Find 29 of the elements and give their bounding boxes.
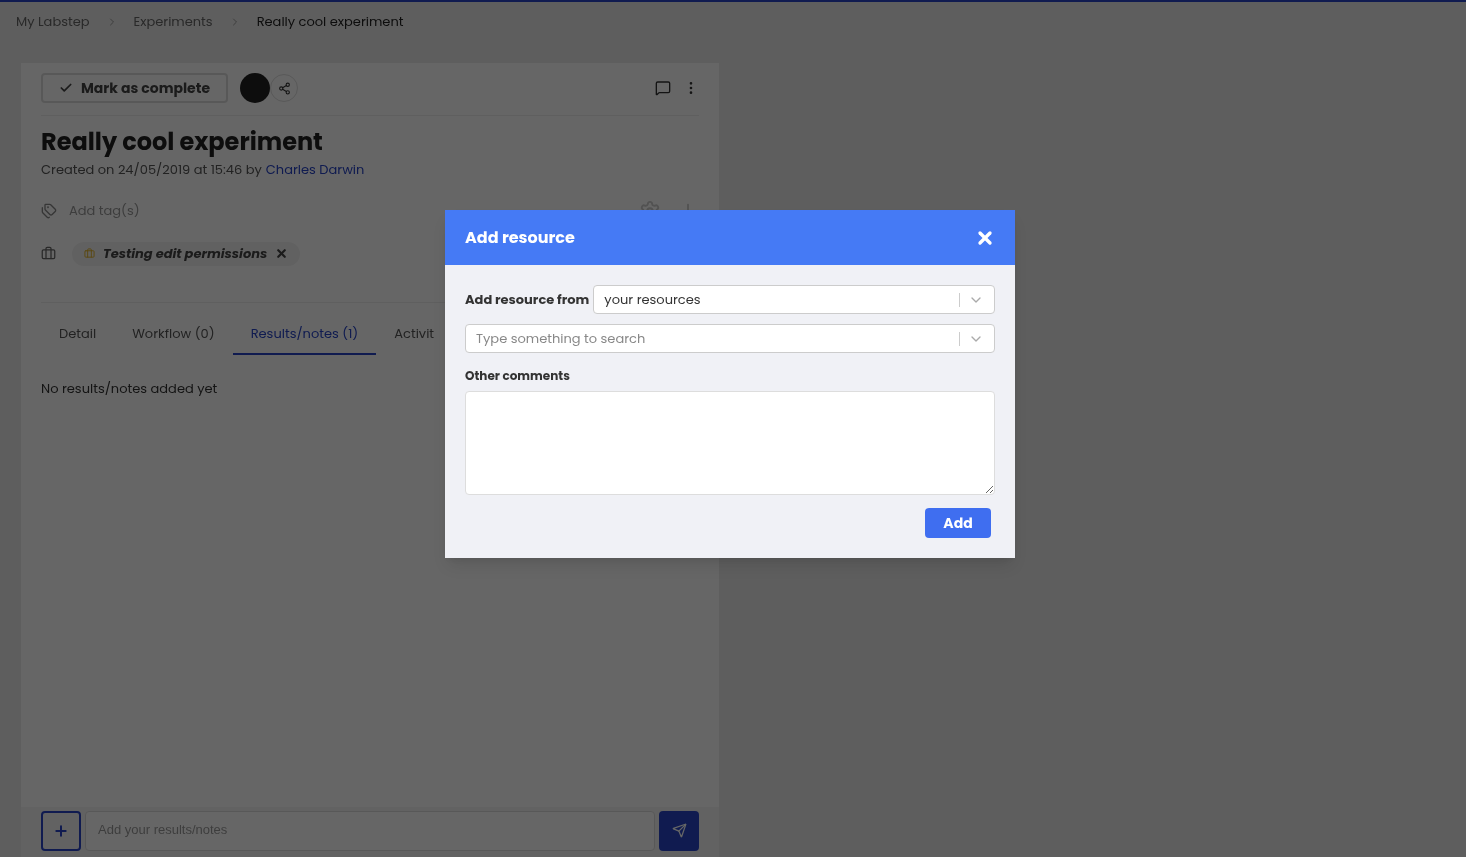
send-icon: [671, 823, 687, 838]
source-select[interactable]: your resources: [593, 285, 995, 314]
empty-message: No results/notes added yet: [41, 378, 219, 398]
experiment-title: Really cool experiment: [41, 124, 324, 160]
tab[interactable]: Detail: [41, 314, 115, 355]
remove-icon[interactable]: [275, 247, 289, 260]
comments-field[interactable]: [465, 391, 995, 495]
created-text: Created on 24/05/2019 at 15:46 by: [41, 160, 262, 180]
check-icon: [59, 81, 73, 95]
author-link[interactable]: Charles Darwin: [265, 160, 365, 180]
project-icon: [41, 246, 56, 261]
comments-label: Other comments: [465, 367, 571, 385]
tab[interactable]: Results/notes (1): [232, 314, 377, 355]
share-icon: [277, 81, 291, 95]
briefcase-icon: [84, 248, 95, 259]
plus-icon: [53, 822, 69, 839]
tab[interactable]: Workflow (0): [114, 314, 233, 355]
add-button[interactable]: [41, 810, 81, 851]
modal-title: Add resource: [465, 225, 576, 250]
add-button[interactable]: Add: [925, 508, 991, 538]
mark-complete-button[interactable]: Mark as complete: [41, 73, 229, 103]
source-label: Add resource from: [465, 289, 590, 310]
tab[interactable]: Activit: [376, 314, 453, 355]
comment-icon[interactable]: [655, 80, 671, 96]
tags-icon: [41, 202, 57, 219]
search-select[interactable]: Type something to search: [465, 324, 995, 353]
project-tag[interactable]: Testing edit permissions: [72, 241, 301, 266]
avatar[interactable]: [240, 73, 271, 103]
send-button[interactable]: [659, 810, 699, 851]
